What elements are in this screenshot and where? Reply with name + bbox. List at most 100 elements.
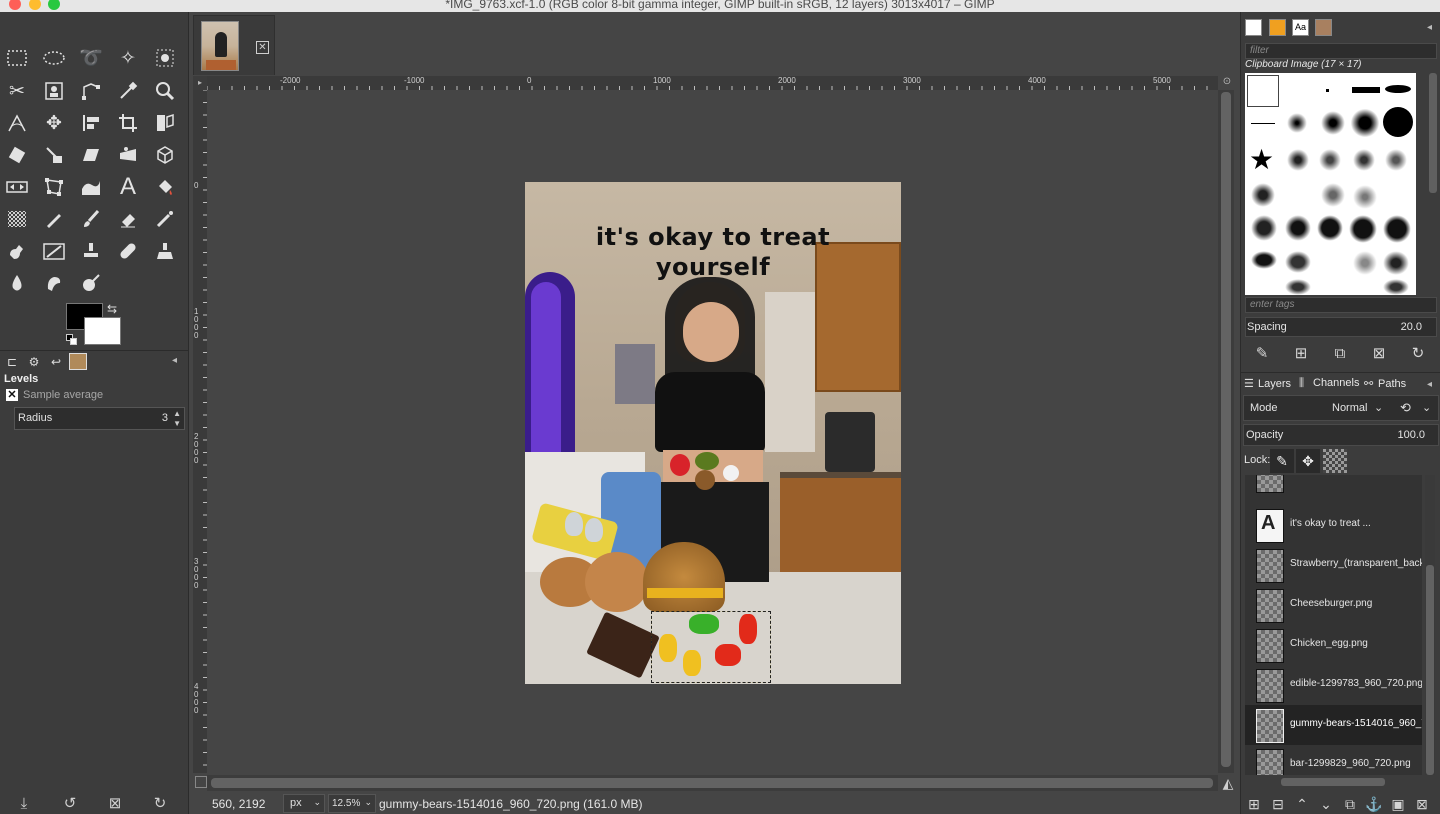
pencil-icon[interactable] bbox=[40, 205, 68, 233]
flip-icon[interactable] bbox=[3, 173, 31, 201]
brush-tags-input[interactable]: enter tags bbox=[1245, 297, 1437, 313]
perspective-clone-icon[interactable] bbox=[151, 237, 179, 265]
3d-transform-icon[interactable] bbox=[151, 141, 179, 169]
opacity-slider[interactable]: Opacity 100.0 bbox=[1243, 424, 1439, 446]
crop-icon[interactable] bbox=[114, 109, 142, 137]
eraser-icon[interactable] bbox=[114, 205, 142, 233]
text-icon[interactable]: A bbox=[114, 173, 142, 201]
edit-brush-icon[interactable]: ✎ bbox=[1251, 344, 1273, 364]
lower-layer-icon[interactable]: ⌄ bbox=[1316, 794, 1336, 814]
radius-spinbox[interactable]: Radius 3 ▲ ▼ bbox=[14, 407, 185, 430]
undo-history-tab-icon[interactable]: ↩ bbox=[47, 353, 65, 370]
rotate-icon[interactable] bbox=[3, 141, 31, 169]
lasso-icon[interactable]: ➰ bbox=[77, 44, 105, 72]
fuzzy-select-icon[interactable]: ✧ bbox=[114, 44, 142, 72]
paths-icon[interactable] bbox=[77, 77, 105, 105]
shear-icon[interactable] bbox=[77, 141, 105, 169]
lock-position-icon[interactable]: ✥ bbox=[1296, 449, 1320, 473]
navigate-icon[interactable]: ◭ bbox=[1220, 775, 1236, 791]
tool-options-tab-icon[interactable]: ⊏ bbox=[3, 353, 21, 370]
align-icon[interactable] bbox=[77, 109, 105, 137]
dock-menu-icon[interactable]: ◂ bbox=[1427, 379, 1439, 391]
new-brush-icon[interactable]: ⊞ bbox=[1290, 344, 1312, 364]
brush-grid[interactable]: ★ bbox=[1245, 73, 1416, 295]
layer-row[interactable]: bar-1299829_960_720.png bbox=[1245, 745, 1422, 775]
layer-row[interactable]: edible-1299783_960_720.png bbox=[1245, 665, 1422, 705]
clone-icon[interactable] bbox=[77, 237, 105, 265]
ink-icon[interactable] bbox=[3, 237, 31, 265]
lock-alpha-icon[interactable] bbox=[1323, 449, 1347, 473]
chevron-down-icon[interactable]: ⌄ bbox=[1422, 401, 1431, 414]
heal-icon[interactable] bbox=[114, 237, 142, 265]
cage-transform-icon[interactable] bbox=[40, 173, 68, 201]
layer-row[interactable]: Chicken_egg.png bbox=[1245, 625, 1422, 665]
zoom-fit-icon[interactable]: ⊙ bbox=[1220, 76, 1234, 90]
duplicate-brush-icon[interactable]: ⧉ bbox=[1329, 344, 1351, 364]
brush-filter-input[interactable]: filter bbox=[1245, 43, 1437, 59]
device-status-tab-icon[interactable]: ⚙ bbox=[25, 353, 43, 370]
canvas-horizontal-scrollbar[interactable] bbox=[207, 775, 1218, 791]
mypaint-brush-icon[interactable] bbox=[40, 237, 68, 265]
spacing-slider[interactable]: Spacing 20.0 bbox=[1245, 317, 1437, 337]
brushes-tab[interactable] bbox=[1269, 19, 1286, 36]
brush-grid-scrollbar[interactable] bbox=[1429, 73, 1437, 193]
fg-bg-colors-tab[interactable] bbox=[1245, 19, 1262, 36]
warp-transform-icon[interactable] bbox=[77, 173, 105, 201]
color-select-icon[interactable] bbox=[151, 44, 179, 72]
dock-menu-icon[interactable]: ◂ bbox=[1427, 22, 1439, 34]
radius-spin-arrows-icon[interactable]: ▲ ▼ bbox=[173, 409, 181, 429]
bucket-fill-icon[interactable] bbox=[151, 173, 179, 201]
horizontal-ruler[interactable]: -2000 -1000 0 1000 2000 3000 4000 5000 bbox=[207, 76, 1218, 90]
layer-mode-select[interactable]: Mode Normal ⌄ ⟲ ⌄ bbox=[1243, 395, 1439, 421]
zoom-select[interactable]: 12.5% ⌄ bbox=[328, 794, 376, 813]
layer-row[interactable]: Strawberry_(transparent_back bbox=[1245, 545, 1422, 585]
smudge-icon[interactable] bbox=[40, 269, 68, 297]
unified-transform-icon[interactable] bbox=[151, 109, 179, 137]
paintbrush-icon[interactable] bbox=[77, 205, 105, 233]
delete-options-icon[interactable]: ⊠ bbox=[105, 794, 125, 814]
layer-list-vertical-scrollbar[interactable] bbox=[1425, 475, 1435, 775]
layer-row[interactable]: Cheeseburger.png bbox=[1245, 585, 1422, 625]
image-tab[interactable]: ✕ bbox=[193, 15, 275, 75]
reset-options-icon[interactable]: ↻ bbox=[150, 794, 170, 814]
new-layer-group-icon[interactable]: ⊟ bbox=[1268, 794, 1288, 814]
images-tab-icon[interactable] bbox=[69, 353, 87, 370]
sample-average-checkbox[interactable]: ✕ bbox=[6, 389, 18, 401]
default-colors-icon[interactable] bbox=[66, 334, 78, 346]
scale-icon[interactable] bbox=[40, 141, 68, 169]
close-image-tab-icon[interactable]: ✕ bbox=[256, 41, 269, 54]
fonts-tab[interactable]: Aa bbox=[1292, 19, 1309, 36]
layer-row-selected[interactable]: gummy-bears-1514016_960_7 bbox=[1245, 705, 1422, 745]
dock-menu-icon[interactable]: ◂ bbox=[172, 355, 184, 367]
quick-mask-toggle[interactable] bbox=[195, 776, 207, 788]
layer-list[interactable]: A it's okay to treat ... Strawberry_(tra… bbox=[1245, 475, 1422, 775]
background-color-swatch[interactable] bbox=[84, 317, 121, 345]
unit-select[interactable]: px ⌄ bbox=[283, 794, 325, 813]
swap-colors-icon[interactable]: ⇆ bbox=[107, 302, 117, 316]
layer-row[interactable]: A it's okay to treat ... bbox=[1245, 505, 1422, 545]
images-tab[interactable] bbox=[1315, 19, 1332, 36]
zoom-icon[interactable] bbox=[151, 77, 179, 105]
canvas-vertical-scrollbar[interactable] bbox=[1218, 90, 1234, 773]
raise-layer-icon[interactable]: ⌃ bbox=[1292, 794, 1312, 814]
mode-reset-icon[interactable]: ⟲ bbox=[1400, 400, 1411, 416]
airbrush-icon[interactable] bbox=[151, 205, 179, 233]
layer-list-horizontal-scrollbar[interactable] bbox=[1245, 776, 1422, 788]
tab-paths[interactable]: ⚯ Paths bbox=[1364, 377, 1406, 393]
save-options-icon[interactable]: ⤓ bbox=[14, 794, 34, 814]
color-picker-icon[interactable] bbox=[114, 77, 142, 105]
blur-icon[interactable] bbox=[3, 269, 31, 297]
foreground-select-icon[interactable] bbox=[40, 77, 68, 105]
duplicate-layer-icon[interactable]: ⧉ bbox=[1340, 794, 1360, 814]
move-icon[interactable]: ✥ bbox=[40, 109, 68, 137]
tab-channels[interactable]: ⫼ Channels bbox=[1299, 377, 1359, 393]
ellipse-select-icon[interactable] bbox=[40, 44, 68, 72]
rect-select-icon[interactable] bbox=[3, 44, 31, 72]
restore-options-icon[interactable]: ↺ bbox=[60, 794, 80, 814]
anchor-layer-icon[interactable]: ⚓ bbox=[1364, 794, 1384, 814]
dodge-burn-icon[interactable] bbox=[77, 269, 105, 297]
canvas-area[interactable]: it's okay to treat yourself bbox=[207, 90, 1218, 773]
layer-mask-icon[interactable]: ▣ bbox=[1388, 794, 1408, 814]
gradient-icon[interactable] bbox=[3, 205, 31, 233]
ruler-corner-menu-icon[interactable]: ▸ bbox=[193, 76, 207, 90]
